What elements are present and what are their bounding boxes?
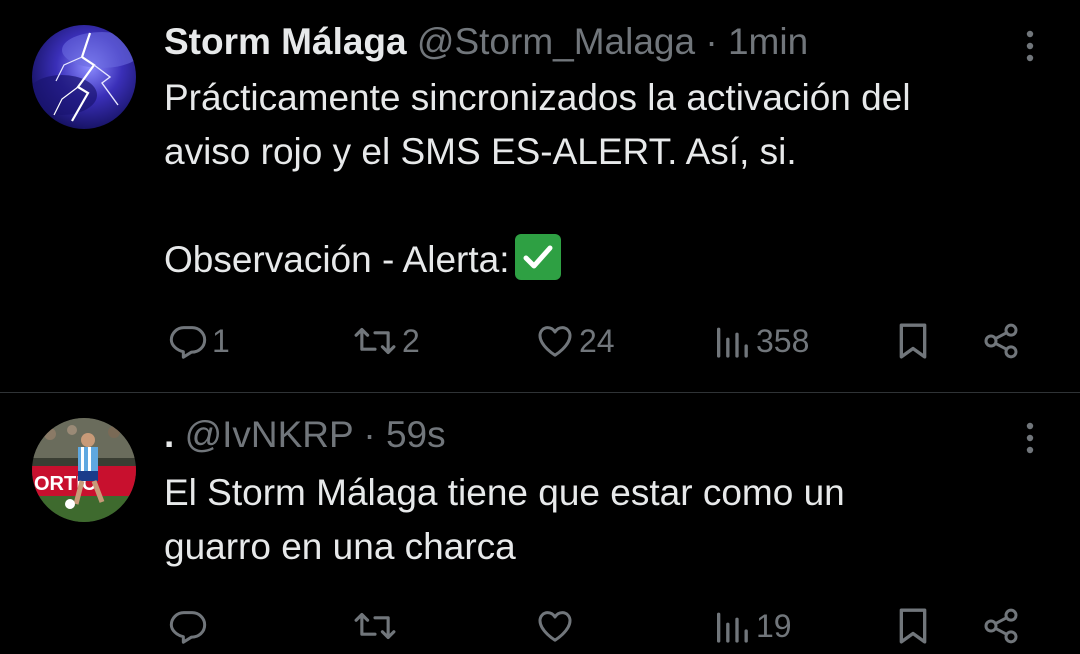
tweet-text-line: El Storm Málaga tiene que estar como un	[164, 472, 845, 513]
separator: ·	[363, 414, 376, 455]
tweet-text-line	[164, 179, 1054, 233]
repost-button[interactable]	[352, 601, 402, 651]
repost-count: 2	[402, 322, 420, 359]
share-icon	[981, 606, 1021, 646]
check-mark-icon	[515, 234, 562, 280]
bookmark-button[interactable]	[893, 601, 933, 651]
more-icon[interactable]	[1020, 420, 1040, 460]
like-button[interactable]	[535, 601, 579, 651]
avatar[interactable]: ORTIC	[32, 418, 136, 522]
repost-icon	[352, 321, 398, 361]
avatar[interactable]	[32, 25, 136, 129]
reply-icon	[168, 321, 208, 361]
reply-icon	[168, 606, 208, 646]
tweet[interactable]: Storm Málaga @Storm_Malaga · 1min Prácti…	[0, 0, 1080, 392]
share-button[interactable]	[981, 316, 1021, 366]
timestamp[interactable]: 1min	[728, 21, 808, 62]
like-icon	[535, 321, 575, 361]
views-button[interactable]: 19	[712, 601, 792, 651]
repost-button[interactable]: 2	[352, 316, 420, 366]
separator: ·	[705, 21, 718, 62]
tweet-text-line: Observación - Alerta:	[164, 239, 510, 280]
tweet-header: . @IvNKRP · 59s	[164, 413, 446, 457]
display-name[interactable]: Storm Málaga	[164, 21, 407, 62]
timestamp[interactable]: 59s	[386, 414, 446, 455]
tweet-text-last-line: Observación - Alerta:	[164, 233, 1054, 287]
bookmark-button[interactable]	[893, 316, 933, 366]
like-icon	[535, 606, 575, 646]
handle[interactable]: @Storm_Malaga	[417, 21, 695, 62]
bookmark-icon	[893, 606, 933, 646]
repost-icon	[352, 606, 398, 646]
like-button[interactable]: 24	[535, 316, 615, 366]
action-bar: 1 2 24 358	[0, 316, 1080, 366]
views-icon	[712, 321, 752, 361]
more-icon[interactable]	[1020, 28, 1040, 68]
like-count: 24	[579, 322, 615, 359]
tweet-text: El Storm Málaga tiene que estar como un …	[164, 466, 1054, 574]
views-icon	[712, 606, 752, 646]
tweet-header: Storm Málaga @Storm_Malaga · 1min	[164, 20, 808, 64]
views-button[interactable]: 358	[712, 316, 809, 366]
tweet-text: Prácticamente sincronizados la activació…	[164, 71, 1054, 287]
share-button[interactable]	[981, 601, 1021, 651]
tweet-text-line: aviso rojo y el SMS ES-ALERT. Así, si.	[164, 131, 797, 172]
reply-button[interactable]: 1	[168, 316, 230, 366]
display-name[interactable]: .	[164, 414, 174, 455]
tweet[interactable]: ORTIC . @IvNKRP · 59s El Storm Málaga ti…	[0, 393, 1080, 654]
handle[interactable]: @IvNKRP	[185, 414, 353, 455]
view-count: 358	[756, 322, 810, 359]
bookmark-icon	[893, 321, 933, 361]
tweet-text-line: Prácticamente sincronizados la activació…	[164, 77, 911, 118]
reply-count: 1	[212, 322, 230, 359]
tweet-text-line: guarro en una charca	[164, 526, 516, 567]
view-count: 19	[756, 607, 792, 644]
reply-button[interactable]	[168, 601, 212, 651]
share-icon	[981, 321, 1021, 361]
action-bar: 19	[0, 601, 1080, 651]
